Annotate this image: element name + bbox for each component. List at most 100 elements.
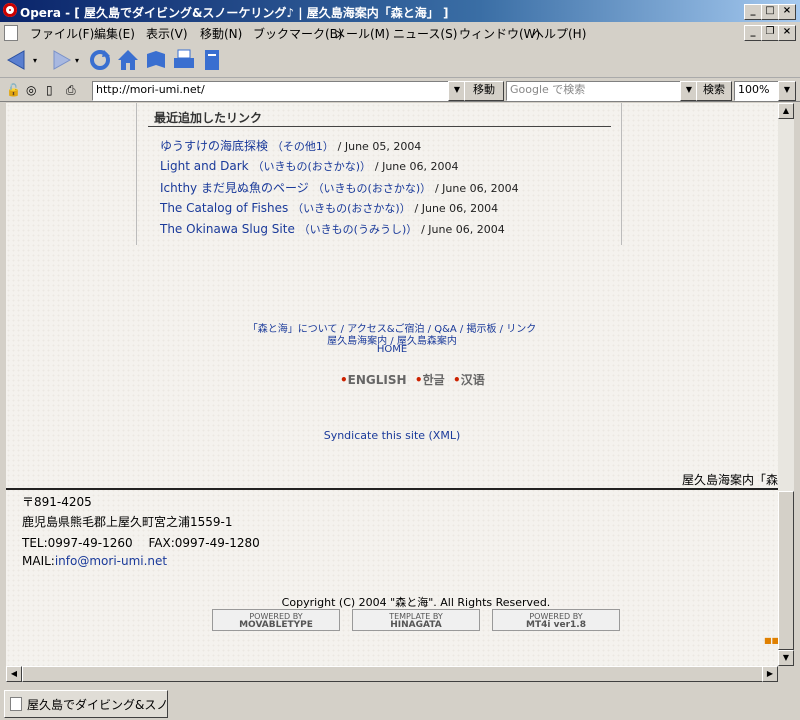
url-input[interactable]: http://mori-umi.net/	[92, 81, 453, 101]
recent-link-date: / June 06, 2004	[421, 223, 505, 236]
maximize-icon[interactable]: □	[761, 4, 779, 20]
print-icon[interactable]	[172, 48, 196, 72]
postal-code: 〒891-4205	[22, 495, 92, 509]
window-title: Opera - [ 屋久島でダイビング&スノーケリング♪ | 屋久島海案内「森と…	[20, 6, 449, 20]
badge-name: MOVABLETYPE	[239, 620, 313, 630]
menu-help[interactable]: ヘルプ(H)	[532, 25, 586, 42]
bullet-icon: •	[340, 373, 348, 387]
lang-korean[interactable]: 한글	[423, 373, 445, 387]
recent-box-right-border	[621, 103, 622, 245]
menu-bar: ファイル(F) 編集(E) 表示(V) 移動(N) ブックマーク(B) メール(…	[0, 22, 800, 42]
copyright: Copyright (C) 2004 "森と海". All Rights Res…	[281, 596, 551, 609]
toolbar: ▾ ▾	[0, 42, 800, 78]
bullet-icon: •	[453, 373, 461, 387]
scroll-right-icon[interactable]: ▶	[762, 666, 778, 682]
tab-bar: 屋久島でダイビング&スノ...	[0, 686, 800, 720]
footer-divider	[6, 488, 778, 490]
recent-link-date: / June 06, 2004	[434, 182, 519, 195]
recent-link-category[interactable]: （いきもの(おさかな)）	[313, 182, 432, 195]
back-history-icon[interactable]: ▾	[33, 56, 37, 65]
list-item: ゆうすけの海底探検 （その他1） / June 05, 2004	[160, 137, 421, 154]
minimize-icon[interactable]: _	[744, 4, 762, 20]
back-icon[interactable]	[6, 48, 30, 72]
cookie-icon[interactable]: ◎	[26, 83, 36, 97]
list-item: The Okinawa Slug Site （いきもの(うみうし)） / Jun…	[160, 221, 505, 237]
recent-link-title[interactable]: Ichthy まだ見ぬ魚のページ	[160, 181, 309, 195]
close-icon[interactable]: ×	[778, 4, 796, 20]
document-icon[interactable]	[200, 48, 224, 72]
security-icon[interactable]: 🔓	[6, 83, 21, 97]
tab-page-icon	[10, 697, 22, 711]
print-preview-icon[interactable]: ⎙	[66, 83, 76, 98]
page-content[interactable]: 最近追加したリンク ゆうすけの海底探検 （その他1） / June 05, 20…	[6, 103, 778, 666]
recent-box-left-border	[136, 103, 137, 245]
corner-marker-icon: ■■	[764, 636, 778, 645]
zoom-select[interactable]: 100%	[734, 81, 783, 101]
recent-link-category[interactable]: （いきもの(おさかな)）	[292, 202, 411, 215]
menu-news[interactable]: ニュース(S)	[393, 25, 457, 42]
recent-link-date: / June 05, 2004	[337, 140, 422, 153]
hotlist-icon[interactable]	[144, 48, 168, 72]
menu-bookmarks[interactable]: ブックマーク(B)	[253, 25, 343, 42]
scroll-up-icon[interactable]: ▲	[778, 103, 794, 119]
tel-fax: TEL:0997-49-1260 FAX:0997-49-1280	[22, 536, 260, 550]
forward-icon[interactable]	[48, 48, 72, 72]
recent-link-title[interactable]: Light and Dark	[160, 159, 249, 173]
search-button[interactable]: 検索	[696, 81, 732, 101]
recent-link-title[interactable]: The Catalog of Fishes	[160, 201, 288, 215]
scroll-left-icon[interactable]: ◀	[6, 666, 22, 682]
reload-icon[interactable]	[88, 48, 112, 72]
search-input[interactable]: Google で検索	[506, 81, 685, 101]
hinagata-badge[interactable]: TEMPLATE BY HINAGATA	[352, 609, 480, 631]
scroll-corner	[778, 666, 794, 682]
language-links: •ENGLISH •한글 •汉语	[340, 371, 485, 388]
list-item: Ichthy まだ見ぬ魚のページ （いきもの(おさかな)） / June 06,…	[160, 179, 519, 196]
recent-link-date: / June 06, 2004	[374, 160, 459, 173]
address-bar: 🔓 ◎ ▯ ⎙ http://mori-umi.net/ ▼ 移動 Google…	[0, 78, 800, 102]
recent-link-category[interactable]: （いきもの(おさかな)）	[252, 160, 371, 173]
lang-english[interactable]: ENGLISH	[348, 373, 407, 387]
menu-navigate[interactable]: 移動(N)	[200, 25, 242, 42]
scroll-down-icon[interactable]: ▼	[778, 650, 794, 666]
mail-link[interactable]: info@mori-umi.net	[55, 554, 167, 568]
forward-history-icon[interactable]: ▾	[75, 56, 79, 65]
doc-minimize-icon[interactable]: _	[744, 25, 762, 41]
page-tab[interactable]: 屋久島でダイビング&スノ...	[4, 690, 168, 718]
recent-link-category[interactable]: （その他1）	[272, 140, 334, 153]
movabletype-badge[interactable]: POWERED BY MOVABLETYPE	[212, 609, 340, 631]
recent-link-title[interactable]: The Okinawa Slug Site	[160, 222, 295, 236]
opera-logo-icon	[3, 3, 17, 17]
badge-name: HINAGATA	[390, 620, 442, 630]
menu-mail[interactable]: メール(M)	[334, 25, 390, 42]
horizontal-scroll-thumb[interactable]	[22, 666, 764, 682]
vertical-scroll-thumb[interactable]	[778, 491, 794, 650]
zoom-dropdown-icon[interactable]: ▼	[778, 81, 796, 101]
home-icon[interactable]	[116, 48, 140, 72]
mail-label: MAIL:	[22, 554, 55, 568]
list-item: The Catalog of Fishes （いきもの(おさかな)） / Jun…	[160, 200, 498, 216]
menu-file[interactable]: ファイル(F)	[30, 25, 94, 42]
lang-chinese[interactable]: 汉语	[461, 373, 485, 387]
doc-close-icon[interactable]: ×	[778, 25, 796, 41]
heading-underline	[148, 126, 611, 127]
menu-view[interactable]: 表示(V)	[146, 25, 188, 42]
page-icon	[4, 25, 18, 41]
recent-link-date: / June 06, 2004	[414, 202, 499, 215]
mail-line: MAIL:info@mori-umi.net	[22, 554, 167, 568]
bullet-icon: •	[414, 373, 423, 387]
vertical-scrollbar[interactable]: ▲ ▼	[778, 103, 794, 666]
recent-link-category[interactable]: （いきもの(うみうし)）	[299, 223, 418, 236]
go-button[interactable]: 移動	[464, 81, 504, 101]
document-info-icon[interactable]: ▯	[46, 83, 53, 97]
site-name: 屋久島海案内「森	[681, 473, 778, 487]
mt4i-badge[interactable]: POWERED BY MT4i ver1.8	[492, 609, 620, 631]
menu-window[interactable]: ウィンドウ(W)	[459, 25, 540, 42]
syndicate-link[interactable]: Syndicate this site (XML)	[6, 429, 778, 442]
horizontal-scrollbar[interactable]: ◀ ▶	[6, 666, 778, 682]
footer-nav-home[interactable]: HOME	[6, 344, 778, 355]
postal-address: 鹿児島県熊毛郡上屋久町宮之浦1559-1	[22, 515, 233, 529]
title-bar[interactable]: Opera - [ 屋久島でダイビング&スノーケリング♪ | 屋久島海案内「森と…	[0, 0, 800, 22]
doc-restore-icon[interactable]: ❐	[761, 25, 779, 41]
recent-link-title[interactable]: ゆうすけの海底探検	[160, 139, 268, 153]
menu-edit[interactable]: 編集(E)	[94, 25, 135, 42]
